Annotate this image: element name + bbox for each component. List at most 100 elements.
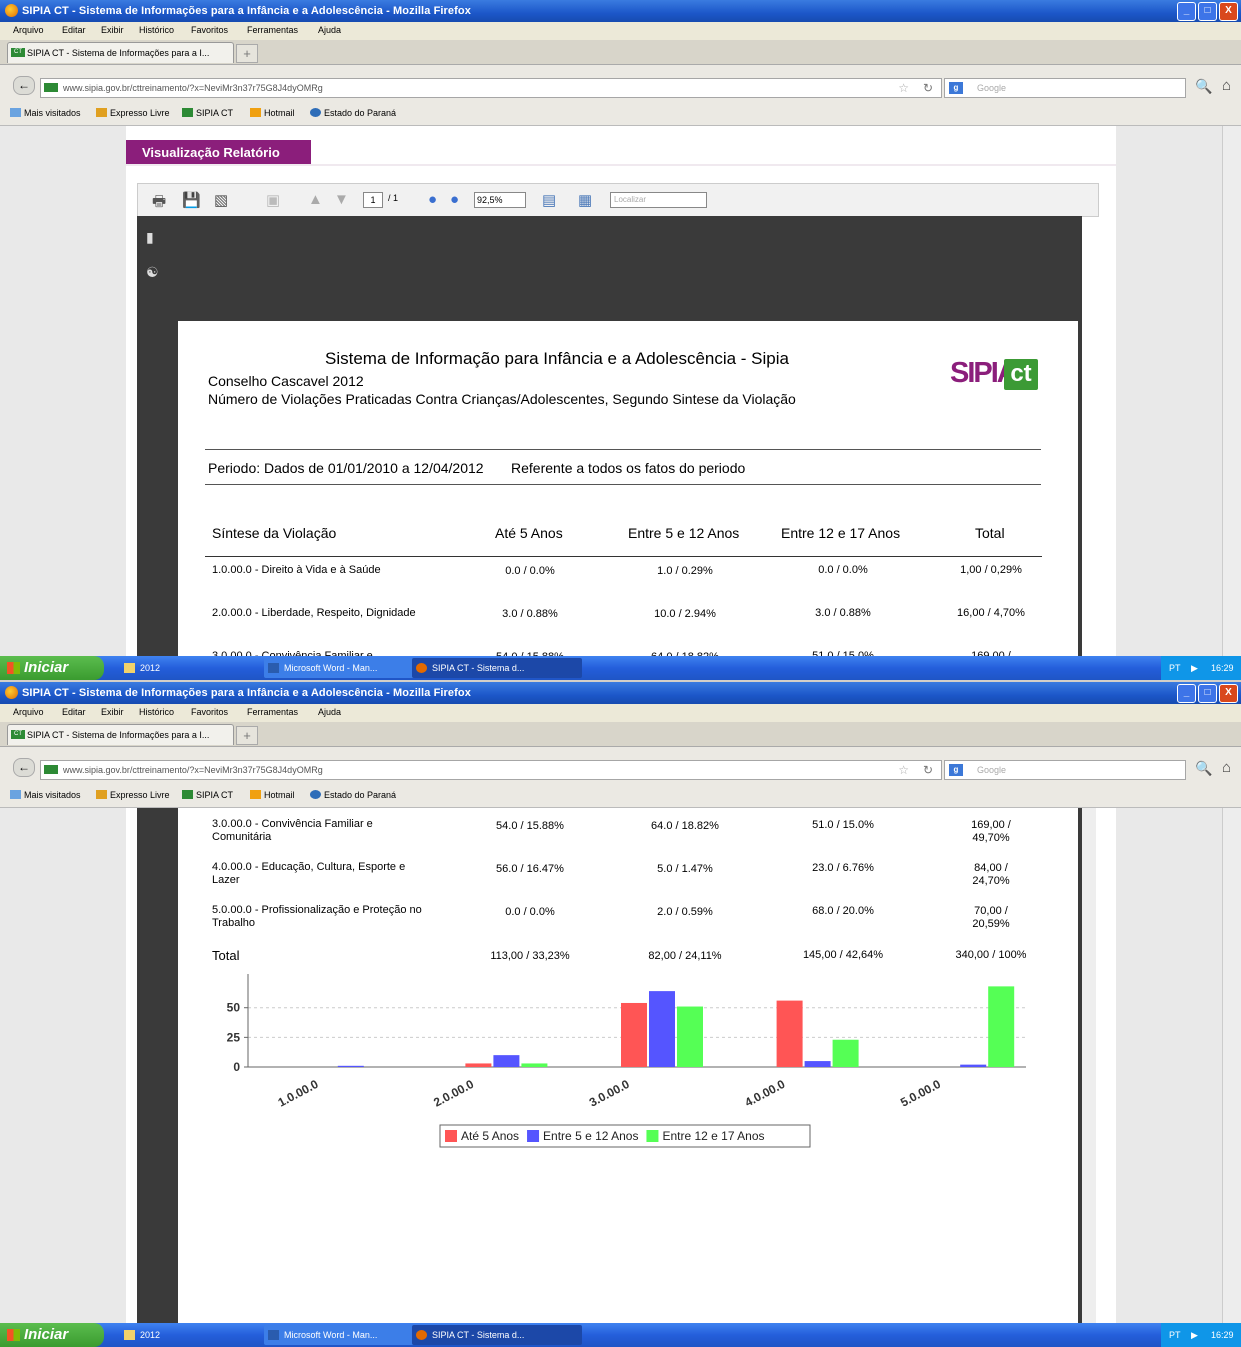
task-word[interactable]: Microsoft Word - Man...: [264, 1325, 424, 1345]
volume-icon[interactable]: ▶: [1191, 656, 1198, 680]
maximize-button[interactable]: □: [1198, 684, 1217, 703]
tab-sipia[interactable]: CT SIPIA CT - Sistema de Informações par…: [7, 724, 234, 745]
zoom-out-icon[interactable]: ●: [428, 191, 437, 208]
url-bar[interactable]: www.sipia.gov.br/cttreinamento/?x=NeviMr…: [40, 760, 942, 780]
search-placeholder: Google: [977, 83, 1007, 93]
task-firefox[interactable]: SIPIA CT - Sistema d...: [412, 658, 582, 678]
task-firefox[interactable]: SIPIA CT - Sistema d...: [412, 1325, 582, 1345]
menu-ajuda[interactable]: Ajuda: [318, 707, 341, 717]
new-tab-button[interactable]: +: [236, 726, 258, 745]
report-page: Sistema de Informação para Infância e a …: [178, 321, 1078, 680]
bookmark-estado-parana[interactable]: Estado do Paraná: [310, 108, 396, 118]
menu-editar[interactable]: Editar: [62, 25, 86, 35]
menu-ferramentas[interactable]: Ferramentas: [247, 25, 298, 35]
language-indicator[interactable]: PT: [1169, 656, 1181, 680]
tab-sipia[interactable]: CT SIPIA CT - Sistema de Informações par…: [7, 42, 234, 63]
taskbar: Iniciar 2012 Microsoft Word - Man... SIP…: [0, 1323, 1241, 1347]
volume-icon[interactable]: ▶: [1191, 1323, 1198, 1347]
task-folder-2012[interactable]: 2012: [120, 1325, 260, 1345]
page-number-input[interactable]: 1: [363, 192, 383, 208]
back-arrow-icon[interactable]: ←: [13, 758, 35, 777]
print-icon[interactable]: 🖶: [152, 191, 166, 216]
bar: [621, 1002, 647, 1067]
reload-icon[interactable]: ↻: [923, 81, 933, 95]
site-identity-icon[interactable]: [44, 83, 58, 92]
close-button[interactable]: X: [1219, 684, 1238, 703]
page-total: / 1: [388, 193, 399, 203]
bookmarks-bar: Mais visitados Expresso Livre SIPIA CT H…: [0, 785, 1241, 808]
system-tray: PT ▶ 16:29: [1161, 1323, 1241, 1347]
menu-editar[interactable]: Editar: [62, 707, 86, 717]
home-icon[interactable]: ⌂: [1222, 759, 1231, 776]
search-binoculars-icon[interactable]: ☯: [146, 264, 159, 281]
task-word[interactable]: Microsoft Word - Man...: [264, 658, 424, 678]
prev-page-icon[interactable]: ▼: [334, 191, 349, 208]
save-icon[interactable]: 💾: [182, 191, 201, 209]
export-icon[interactable]: ▧: [214, 191, 228, 209]
task-folder-2012[interactable]: 2012: [120, 658, 260, 678]
legend-label: Entre 12 e 17 Anos: [662, 1129, 764, 1143]
menu-arquivo[interactable]: Arquivo: [13, 25, 44, 35]
url-text: www.sipia.gov.br/cttreinamento/?x=NeviMr…: [63, 83, 323, 93]
bookmark-star-icon[interactable]: ☆: [898, 763, 909, 777]
home-icon[interactable]: ⌂: [1222, 77, 1231, 94]
bookmark-hotmail[interactable]: Hotmail: [250, 108, 295, 118]
zoom-in-icon[interactable]: ●: [450, 191, 459, 208]
viewer-scrollbar[interactable]: [1082, 808, 1096, 1323]
close-button[interactable]: X: [1219, 2, 1238, 21]
maximize-button[interactable]: □: [1198, 2, 1217, 21]
report-title: Sistema de Informação para Infância e a …: [325, 349, 789, 368]
menu-ajuda[interactable]: Ajuda: [318, 25, 341, 35]
menu-historico[interactable]: Histórico: [139, 707, 174, 717]
bookmark-expresso-livre[interactable]: Expresso Livre: [96, 108, 170, 118]
search-placeholder: Google: [977, 765, 1007, 775]
bar: [465, 1063, 492, 1067]
bookmark-hotmail[interactable]: Hotmail: [250, 790, 295, 800]
bookmark-expresso-livre[interactable]: Expresso Livre: [96, 790, 170, 800]
single-page-icon[interactable]: ▤: [542, 191, 556, 209]
firefox-icon: [5, 4, 18, 17]
legend-label: Entre 5 e 12 Anos: [543, 1129, 638, 1143]
menu-favoritos[interactable]: Favoritos: [191, 707, 228, 717]
page-thumbnails-icon[interactable]: ▮: [146, 229, 154, 246]
start-button[interactable]: Iniciar: [0, 656, 104, 680]
bookmark-sipia-ct[interactable]: SIPIA CT: [182, 108, 233, 118]
google-icon[interactable]: g: [949, 764, 963, 776]
bookmark-sipia-ct[interactable]: SIPIA CT: [182, 790, 233, 800]
reload-icon[interactable]: ↻: [923, 763, 933, 777]
start-button[interactable]: Iniciar: [0, 1323, 104, 1347]
row-cell: 3.0 / 0.88%: [815, 607, 871, 619]
divider: [205, 449, 1041, 450]
search-input[interactable]: g Google: [944, 760, 1186, 780]
find-input[interactable]: Localizar: [610, 192, 707, 208]
fit-page-icon[interactable]: ▦: [578, 191, 592, 209]
page-scrollbar[interactable]: [1222, 126, 1241, 656]
bookmark-mais-visitados[interactable]: Mais visitados: [10, 108, 81, 118]
col-sintese: Síntese da Violação: [212, 525, 337, 541]
menu-historico[interactable]: Histórico: [139, 25, 174, 35]
back-arrow-icon[interactable]: ←: [13, 76, 35, 95]
menu-favoritos[interactable]: Favoritos: [191, 25, 228, 35]
menu-exibir[interactable]: Exibir: [101, 25, 124, 35]
firefox-icon: [416, 1330, 427, 1340]
page-scrollbar[interactable]: [1222, 808, 1241, 1323]
search-magnifier-icon[interactable]: 🔍: [1195, 760, 1212, 777]
language-indicator[interactable]: PT: [1169, 1323, 1181, 1347]
google-icon[interactable]: g: [949, 82, 963, 94]
menu-exibir[interactable]: Exibir: [101, 707, 124, 717]
bookmark-mais-visitados[interactable]: Mais visitados: [10, 790, 81, 800]
url-bar[interactable]: www.sipia.gov.br/cttreinamento/?x=NeviMr…: [40, 78, 942, 98]
first-page-icon[interactable]: ▲: [308, 191, 323, 208]
menu-ferramentas[interactable]: Ferramentas: [247, 707, 298, 717]
new-tab-button[interactable]: +: [236, 44, 258, 63]
bookmark-star-icon[interactable]: ☆: [898, 81, 909, 95]
search-magnifier-icon[interactable]: 🔍: [1195, 78, 1212, 95]
site-identity-icon[interactable]: [44, 765, 58, 774]
minimize-button[interactable]: _: [1177, 684, 1196, 703]
zoom-select[interactable]: 92,5%: [474, 192, 526, 208]
minimize-button[interactable]: _: [1177, 2, 1196, 21]
menu-arquivo[interactable]: Arquivo: [13, 707, 44, 717]
bookmark-estado-parana[interactable]: Estado do Paraná: [310, 790, 396, 800]
refresh-icon[interactable]: ▣: [266, 191, 280, 209]
search-input[interactable]: g Google: [944, 78, 1186, 98]
